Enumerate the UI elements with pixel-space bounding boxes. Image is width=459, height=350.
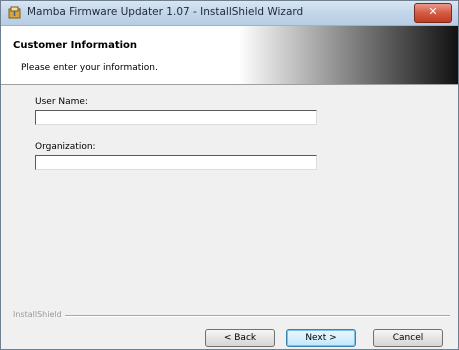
installshield-brand: InstallShield xyxy=(13,310,62,319)
next-button[interactable]: Next > xyxy=(286,329,356,347)
title-bar[interactable]: Mamba Firmware Updater 1.07 - InstallShi… xyxy=(1,1,458,26)
close-icon: ✕ xyxy=(428,5,438,18)
header-banner: Customer Information Please enter your i… xyxy=(1,26,458,85)
form-area: User Name: Organization: xyxy=(1,85,458,309)
installshield-window: Mamba Firmware Updater 1.07 - InstallShi… xyxy=(0,0,459,350)
installer-app-icon xyxy=(8,6,21,19)
back-button[interactable]: < Back xyxy=(205,329,275,347)
page-title: Customer Information xyxy=(13,40,138,51)
cancel-button[interactable]: Cancel xyxy=(373,329,443,347)
window-title: Mamba Firmware Updater 1.07 - InstallShi… xyxy=(27,6,304,18)
user-name-field[interactable] xyxy=(35,110,317,125)
page-subtitle: Please enter your information. xyxy=(21,63,158,73)
user-name-label: User Name: xyxy=(35,97,88,107)
organization-field[interactable] xyxy=(35,155,317,170)
close-button[interactable]: ✕ xyxy=(414,3,452,23)
organization-label: Organization: xyxy=(35,142,96,152)
footer-separator xyxy=(65,315,450,317)
